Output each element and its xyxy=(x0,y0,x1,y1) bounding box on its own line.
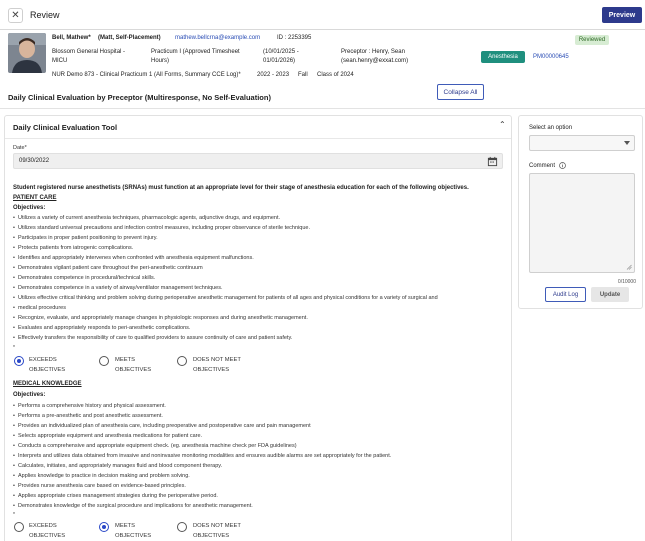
form-title: Daily Clinical Evaluation by Preceptor (… xyxy=(8,93,271,102)
header-divider xyxy=(0,108,645,109)
objectives-list-medical-knowledge: Performs a comprehensive history and phy… xyxy=(13,401,505,511)
page-title: Review xyxy=(30,10,60,20)
radio-meets-objectives[interactable] xyxy=(99,522,109,532)
character-count: 0/10000 xyxy=(617,279,636,285)
select-label: Select an option xyxy=(529,125,573,131)
list-item: Provides an individualized plan of anest… xyxy=(13,421,505,431)
list-item: Selects appropriate equipment and anesth… xyxy=(13,431,505,441)
close-icon: ✕ xyxy=(11,10,20,21)
objectives-list-patient-care: Utilizes a variety of current anesthesia… xyxy=(13,213,505,343)
list-item: Conducts a comprehensive and appropriate… xyxy=(13,441,505,451)
audit-log-button[interactable]: Audit Log xyxy=(545,287,586,302)
date-label: Date* xyxy=(13,145,27,151)
preceptor-line-1: Preceptor : Henry, Sean xyxy=(341,49,405,55)
chevron-up-icon[interactable]: ⌃ xyxy=(499,120,506,129)
radio-label-does-not-meet: DOES NOT MEET xyxy=(193,523,241,529)
radio-label-meets: MEETS xyxy=(115,523,135,529)
site-line-2: MICU xyxy=(52,58,68,64)
calendar-icon[interactable] xyxy=(487,156,498,167)
radio-exceeds-objectives[interactable] xyxy=(14,356,24,366)
specialty-badge: Anesthesia xyxy=(481,51,525,63)
course-line-2: Hours) xyxy=(151,58,170,64)
dates-line-2: 01/01/2026) xyxy=(263,58,296,64)
list-item: Identifies and appropriately intervenes … xyxy=(13,253,505,263)
comment-label-text: Comment xyxy=(529,163,556,170)
date-value: 09/30/2022 xyxy=(19,158,50,164)
date-field[interactable]: 09/30/2022 xyxy=(13,153,503,169)
radio-label-exceeds: EXCEEDS xyxy=(29,523,57,529)
preceptor-line-2: (sean.henry@exxat.com) xyxy=(341,58,409,64)
list-item: Effectively transfers the responsibility… xyxy=(13,333,505,343)
radio-label-does-not-meet: DOES NOT MEET xyxy=(193,357,241,363)
list-item: Applies appropriate crises management st… xyxy=(13,491,505,501)
radio-does-not-meet-objectives[interactable] xyxy=(177,356,187,366)
list-item: Demonstrates knowledge of the surgical p… xyxy=(13,501,505,511)
program-class: Class of 2024 xyxy=(317,72,354,78)
required-asterisk: * xyxy=(13,512,15,518)
program-year: 2022 - 2023 xyxy=(257,72,290,78)
site-line-1: Blossom General Hospital - xyxy=(52,49,126,55)
avatar xyxy=(8,33,46,73)
chevron-down-icon xyxy=(624,141,630,145)
course-line-1: Practicum I (Approved Timesheet xyxy=(151,49,240,55)
radio-label-does-not-meet-sub: OBJECTIVES xyxy=(193,367,230,373)
student-name: Bell, Mathew* xyxy=(52,35,91,41)
program-name: NUR Demo 873 - Clinical Practicum 1 (All… xyxy=(52,72,241,78)
radio-label-meets-sub: OBJECTIVES xyxy=(115,367,152,373)
comment-textarea[interactable] xyxy=(529,173,635,273)
top-bar: ✕ Review Preview xyxy=(0,0,645,30)
preview-button[interactable]: Preview xyxy=(602,7,642,23)
list-item: Protects patients from iatrogenic compli… xyxy=(13,243,505,253)
list-item: Demonstrates competence in procedural/te… xyxy=(13,273,505,283)
radio-label-meets-sub: OBJECTIVES xyxy=(115,533,152,539)
list-item-continuation: medical procedures xyxy=(13,303,505,313)
dates-line-1: (10/01/2025 - xyxy=(263,49,299,55)
list-item: Demonstrates vigilant patient care throu… xyxy=(13,263,505,273)
intro-text: Student registered nurse anesthetists (S… xyxy=(13,185,469,191)
card-divider xyxy=(5,138,511,139)
student-id: ID : 2253395 xyxy=(277,35,312,41)
section-title-medical-knowledge: MEDICAL KNOWLEDGE xyxy=(13,381,82,387)
evaluation-tool-card: Daily Clinical Evaluation Tool ⌃ Date* 0… xyxy=(4,115,512,541)
option-select[interactable] xyxy=(529,135,635,151)
review-side-panel: Select an option Comment 0/10000 Audit L… xyxy=(518,115,643,309)
list-item: Interprets and utilizes data obtained fr… xyxy=(13,451,505,461)
student-email[interactable]: mathew.bellcrna@example.com xyxy=(175,34,260,42)
record-id-link[interactable]: PM00000645 xyxy=(533,53,569,61)
radio-label-meets: MEETS xyxy=(115,357,135,363)
section-title-patient-care: PATIENT CARE xyxy=(13,195,57,201)
radio-meets-objectives[interactable] xyxy=(99,356,109,366)
objectives-heading: Objectives: xyxy=(13,205,46,211)
objectives-heading: Objectives: xyxy=(13,392,46,398)
program-term: Fall xyxy=(298,72,308,78)
required-asterisk: * xyxy=(13,345,15,351)
radio-label-does-not-meet-sub: OBJECTIVES xyxy=(193,533,230,539)
status-badge: Reviewed xyxy=(575,35,609,45)
radio-label-exceeds: EXCEEDS xyxy=(29,357,57,363)
collapse-all-button[interactable]: Collapse All xyxy=(437,84,484,100)
radio-does-not-meet-objectives[interactable] xyxy=(177,522,187,532)
list-item: Demonstrates competence in a variety of … xyxy=(13,283,505,293)
comment-label: Comment xyxy=(529,162,566,169)
list-item: Evaluates and appropriately responds to … xyxy=(13,323,505,333)
list-item: Applies knowledge to practice in decisio… xyxy=(13,471,505,481)
list-item: Utilizes a variety of current anesthesia… xyxy=(13,213,505,223)
student-placement: (Matt, Self-Placement) xyxy=(98,35,161,41)
list-item: Participates in proper patient positioni… xyxy=(13,233,505,243)
list-item: Recognize, evaluate, and appropriately m… xyxy=(13,313,505,323)
list-item: Calculates, initiates, and appropriately… xyxy=(13,461,505,471)
info-icon[interactable] xyxy=(558,162,566,169)
update-button[interactable]: Update xyxy=(591,287,629,302)
list-item: Utilizes standard universal precautions … xyxy=(13,223,505,233)
list-item: Provides nurse anesthesia care based on … xyxy=(13,481,505,491)
list-item: Performs a comprehensive history and phy… xyxy=(13,401,505,411)
resize-handle-icon[interactable] xyxy=(626,264,632,270)
radio-label-exceeds-sub: OBJECTIVES xyxy=(29,533,66,539)
card-title: Daily Clinical Evaluation Tool xyxy=(13,123,118,132)
radio-exceeds-objectives[interactable] xyxy=(14,522,24,532)
close-button[interactable]: ✕ xyxy=(8,8,23,23)
radio-label-exceeds-sub: OBJECTIVES xyxy=(29,367,66,373)
list-item: Performs a pre-anesthetic and post anest… xyxy=(13,411,505,421)
list-item: Utilizes effective critical thinking and… xyxy=(13,293,505,303)
